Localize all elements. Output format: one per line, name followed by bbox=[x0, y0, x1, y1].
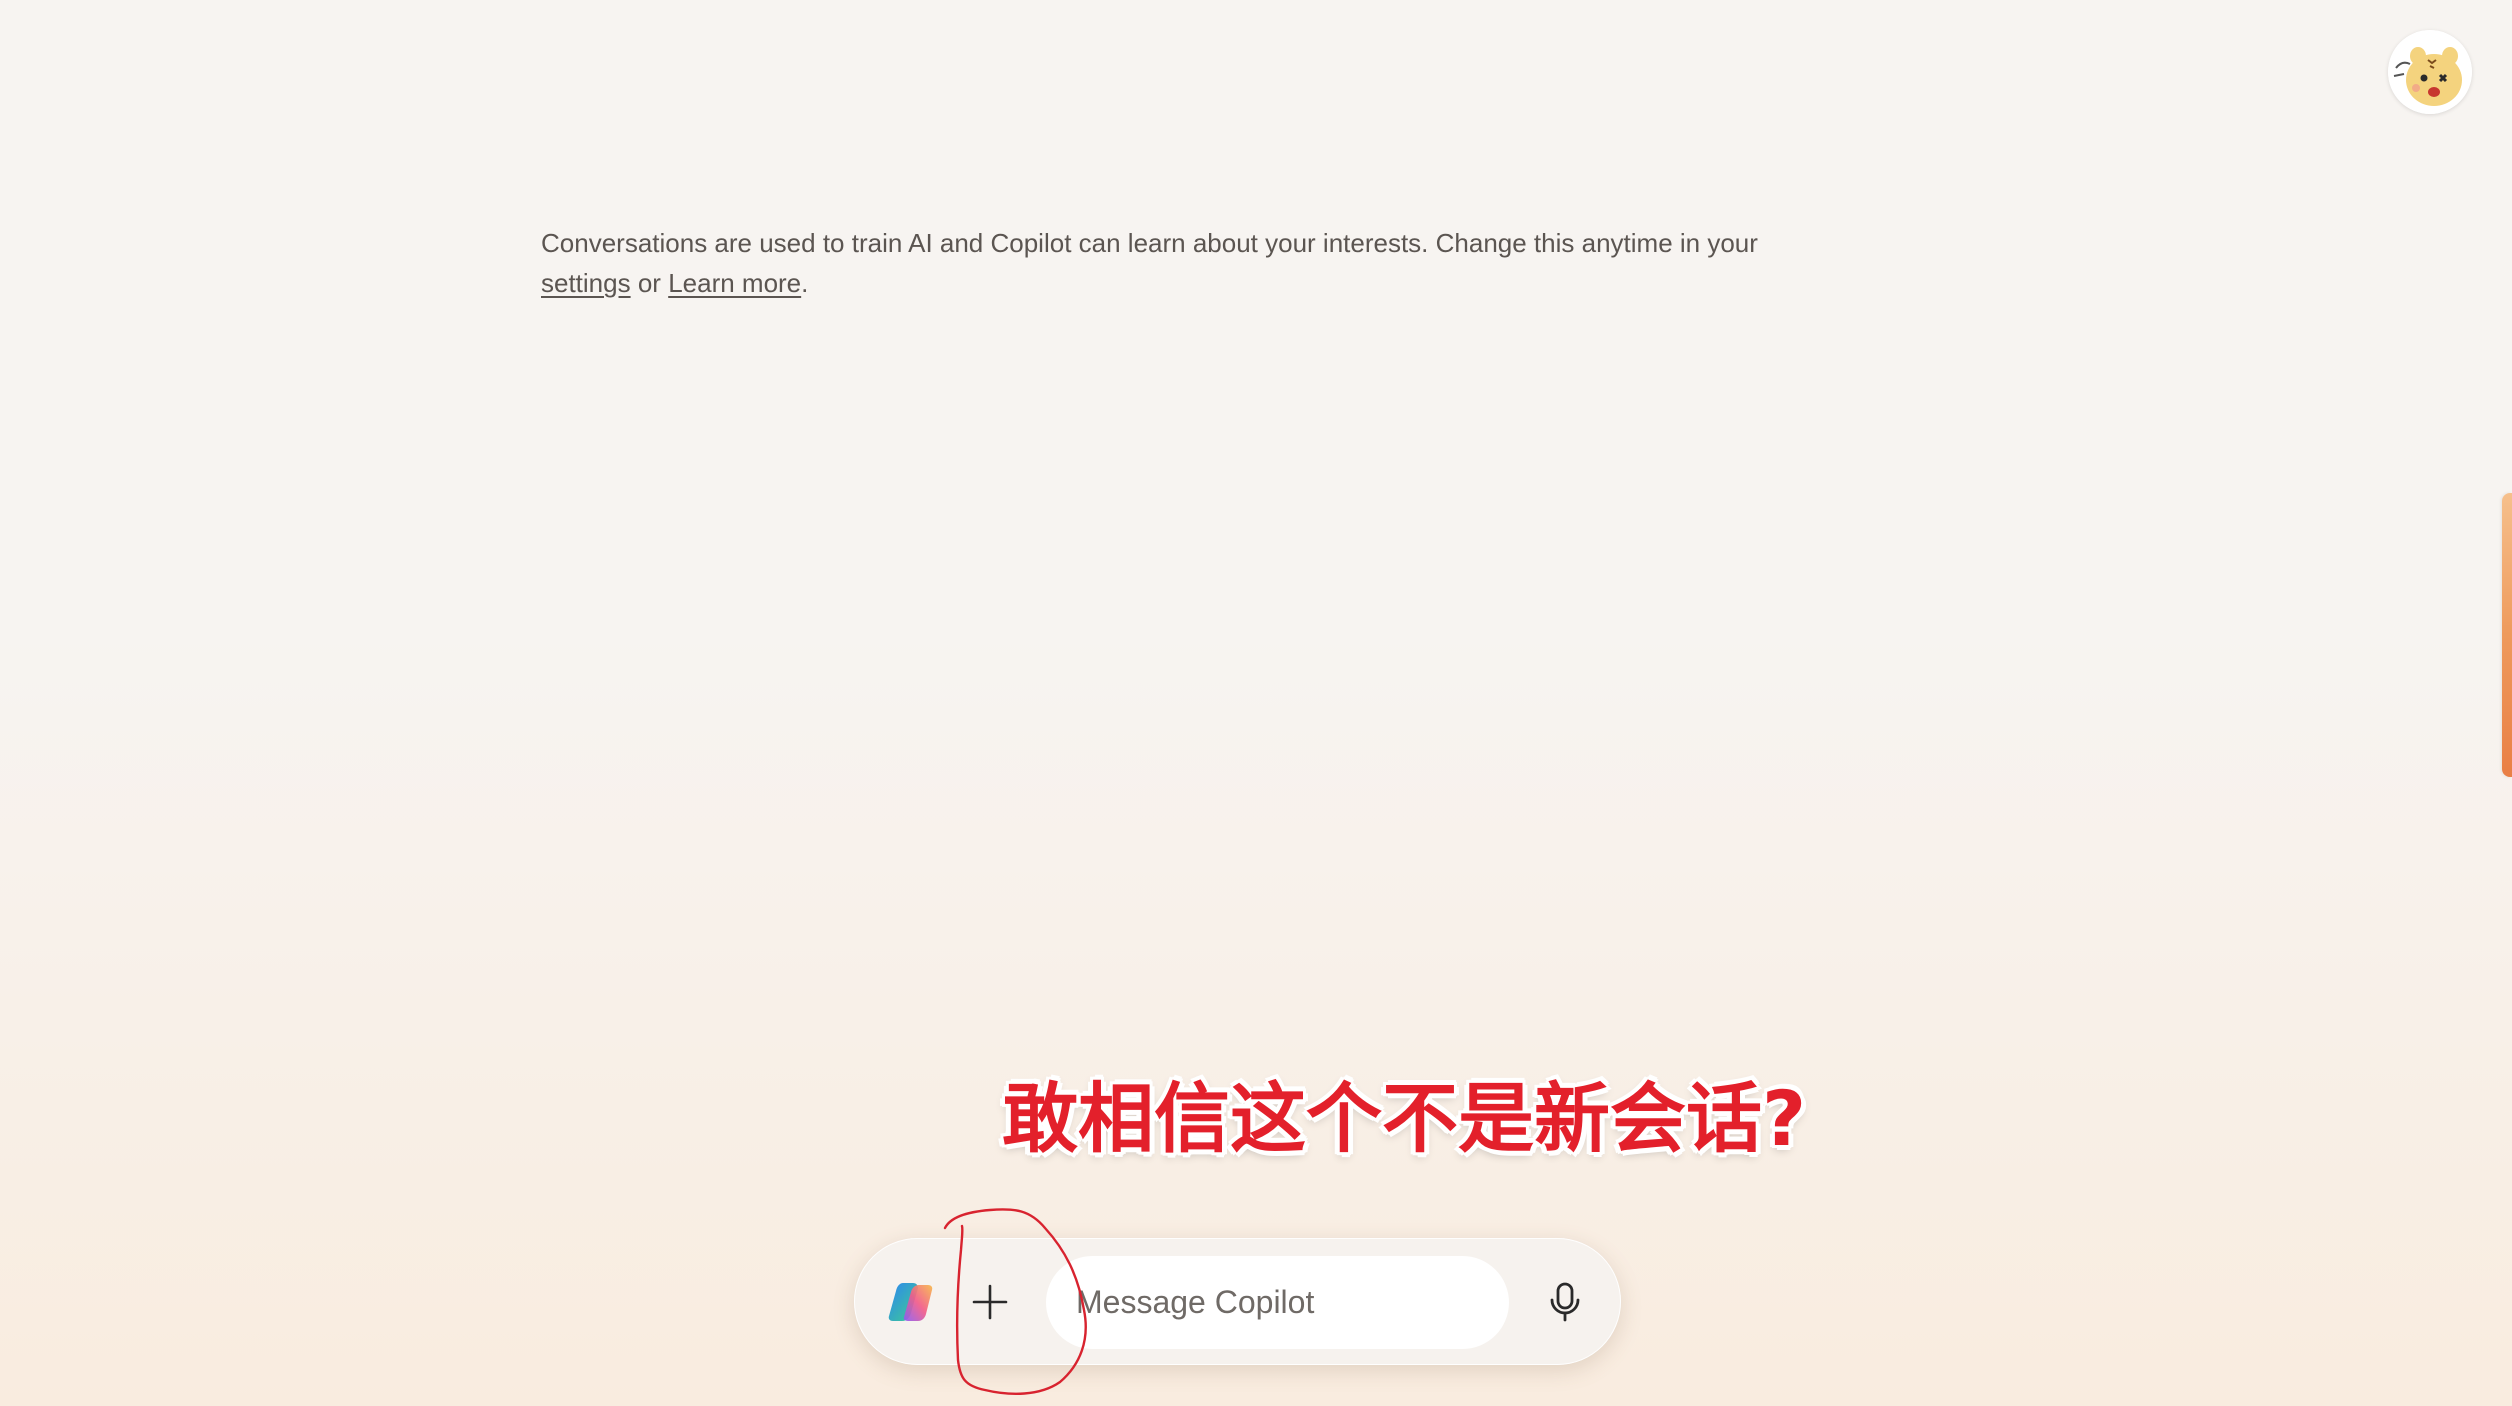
copilot-logo-button[interactable] bbox=[886, 1278, 934, 1326]
copilot-logo-icon bbox=[888, 1283, 933, 1321]
side-panel-handle[interactable] bbox=[2502, 493, 2512, 777]
message-composer bbox=[854, 1238, 1621, 1365]
notice-period: . bbox=[801, 268, 809, 298]
notice-text: Conversations are used to train AI and C… bbox=[541, 228, 1758, 258]
plus-icon bbox=[972, 1284, 1008, 1320]
notice-or-text: or bbox=[630, 268, 669, 298]
microphone-icon bbox=[1550, 1282, 1580, 1322]
settings-link[interactable]: settings bbox=[541, 268, 631, 298]
user-avatar[interactable] bbox=[2388, 30, 2472, 114]
annotation-loop bbox=[943, 1208, 1087, 1395]
annotation-caption: 敢相信这个不是新会话? bbox=[1002, 1074, 1807, 1163]
avatar-icon bbox=[2388, 30, 2472, 114]
message-input-container bbox=[1046, 1256, 1509, 1349]
training-notice: Conversations are used to train AI and C… bbox=[541, 223, 1758, 303]
learn-more-link[interactable]: Learn more bbox=[668, 268, 801, 298]
microphone-button[interactable] bbox=[1543, 1280, 1587, 1324]
message-input[interactable] bbox=[1076, 1256, 1496, 1349]
new-chat-plus-button[interactable] bbox=[971, 1283, 1009, 1321]
